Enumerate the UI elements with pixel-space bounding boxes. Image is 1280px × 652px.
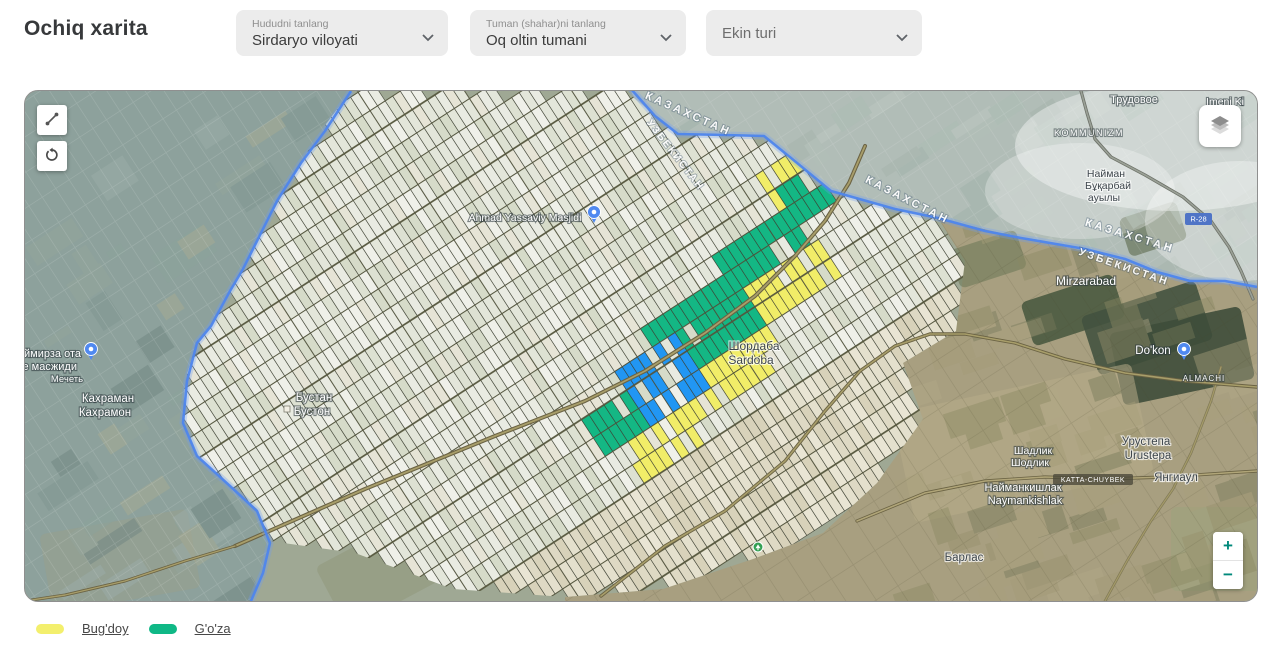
legend-swatch-goza: [149, 624, 177, 634]
svg-text:Трудовое: Трудовое: [1110, 94, 1158, 106]
crop-type-select[interactable]: Ekin turi: [706, 10, 922, 56]
district-select-value: Oq oltin tumani: [486, 31, 650, 50]
legend-link-bugdoy[interactable]: Bug'doy: [82, 621, 129, 636]
svg-text:Ahmad Yassaviy Masjidi: Ahmad Yassaviy Masjidi: [469, 212, 582, 224]
svg-text:Барлас: Барлас: [945, 552, 984, 564]
chevron-down-icon: [896, 29, 908, 47]
district-select[interactable]: Tuman (shahar)ni tanlang Oq oltin tumani: [470, 10, 686, 56]
layers-icon: [1207, 112, 1233, 141]
page-title: Ochiq xarita: [24, 17, 148, 41]
region-select-label: Hududni tanlang: [252, 17, 412, 31]
reset-view-button[interactable]: [37, 141, 67, 171]
svg-text:Бустан: Бустан: [296, 392, 333, 404]
crop-type-select-placeholder: Ekin turi: [722, 24, 776, 43]
zoom-controls: + −: [1213, 532, 1243, 589]
svg-text:Кахраман: Кахраман: [82, 393, 134, 405]
svg-text:Кахрамон: Кахрамон: [79, 407, 131, 419]
svg-text:Найман: Найман: [1087, 168, 1125, 180]
region-select-value: Sirdaryo viloyati: [252, 31, 412, 50]
district-select-label: Tuman (shahar)ni tanlang: [486, 17, 650, 31]
svg-text:Бұқарбай: Бұқарбай: [1085, 180, 1131, 192]
page: Ochiq xarita Hududni tanlang Sirdaryo vi…: [0, 0, 1280, 652]
chevron-down-icon: [660, 29, 672, 47]
measure-tool-button[interactable]: [37, 105, 67, 135]
svg-text:Urustepa: Urustepa: [1125, 450, 1172, 462]
legend-item-bugdoy: Bug'doy: [36, 621, 129, 636]
layers-button[interactable]: [1199, 105, 1241, 147]
svg-text:Шодлик: Шодлик: [1011, 457, 1049, 469]
zoom-out-button[interactable]: −: [1213, 561, 1243, 589]
svg-text:R-28: R-28: [1190, 215, 1206, 224]
legend-item-goza: G'o'za: [149, 621, 231, 636]
svg-text:ауылы: ауылы: [1088, 192, 1120, 204]
legend-swatch-bugdoy: [36, 624, 64, 634]
svg-text:KOMMUNIZM: KOMMUNIZM: [1054, 128, 1124, 138]
legend: Bug'doy G'o'za: [36, 621, 251, 636]
svg-text:Шордаба: Шордаба: [728, 339, 779, 353]
svg-text:Sardoba: Sardoba: [728, 353, 774, 367]
building[interactable]: [284, 406, 290, 412]
svg-text:Бустон: Бустон: [294, 406, 331, 418]
svg-text:Найманкишлак: Найманкишлак: [984, 482, 1061, 494]
svg-text:Do'kon: Do'kon: [1135, 345, 1170, 357]
rotate-reset-icon: [44, 147, 60, 166]
zoom-in-button[interactable]: +: [1213, 532, 1243, 560]
svg-text:ймирза ота: ймирза ота: [25, 348, 82, 360]
svg-text:Mirzarabad: Mirzarabad: [1056, 274, 1116, 288]
svg-text:Naymankishlak: Naymankishlak: [988, 495, 1063, 507]
measure-icon: [44, 111, 60, 130]
svg-text:Шадлик: Шадлик: [1014, 445, 1053, 457]
svg-text:ALMACHI: ALMACHI: [1183, 374, 1226, 383]
svg-text:Урустепа: Урустепа: [1122, 436, 1171, 448]
svg-text:е масжиди: е масжиди: [25, 361, 77, 373]
svg-text:Янгиаул: Янгиаул: [1154, 472, 1198, 484]
region-select[interactable]: Hududni tanlang Sirdaryo viloyati: [236, 10, 448, 56]
chevron-down-icon: [422, 29, 434, 47]
svg-text:KATTA-CHUYBEK: KATTA-CHUYBEK: [1061, 477, 1125, 484]
park-dot[interactable]: [753, 542, 763, 552]
legend-link-goza[interactable]: G'o'za: [195, 621, 231, 636]
map-canvas[interactable]: R-28KATTA-CHUYBEKКАЗАХСТАНКАЗАХСТАНКАЗАХ…: [25, 91, 1257, 601]
map-container[interactable]: R-28KATTA-CHUYBEKКАЗАХСТАНКАЗАХСТАНКАЗАХ…: [24, 90, 1258, 602]
svg-text:Мечеть: Мечеть: [51, 374, 83, 385]
